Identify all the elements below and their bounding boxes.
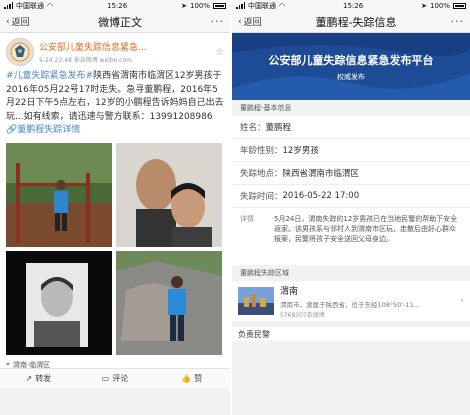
- battery-percent: 100%: [189, 1, 210, 10]
- chevron-right-icon: ›: [460, 296, 464, 306]
- clock: 15:26: [107, 1, 128, 10]
- wifi-icon: ◠: [279, 1, 286, 10]
- back-button[interactable]: ‹ 返回: [6, 15, 30, 29]
- nav-bar: ‹ 返回 微博正文 ···: [0, 11, 230, 33]
- chevron-left-icon: ‹: [238, 16, 242, 27]
- comment-icon: ▭: [101, 374, 110, 383]
- back-button[interactable]: ‹ 返回: [238, 15, 262, 29]
- field-label: 失踪时间：: [240, 192, 283, 202]
- favorite-star-icon[interactable]: ☆: [215, 47, 224, 58]
- details-label: 详情: [240, 215, 254, 223]
- comment-button[interactable]: ▭ 评论: [77, 369, 154, 388]
- repost-icon: ↗: [25, 374, 33, 383]
- clock: 15:26: [343, 1, 364, 10]
- area-description: 渭南市，隶属于陕西省，位于东经108°50'-11...: [280, 300, 421, 309]
- photo-grid: [0, 140, 230, 358]
- detail-link[interactable]: 董鹏程失踪详情: [17, 125, 80, 135]
- chevron-left-icon: ‹: [6, 16, 10, 27]
- area-header: 董鹏程失踪区域: [232, 265, 470, 281]
- missing-info-screen: 中国联通 ◠ 15:26 ➤ 100% ‹ 返回 董鹏程-失踪信息 ··· 公安…: [232, 0, 470, 415]
- signal-icon: [236, 2, 245, 9]
- battery-percent: 100%: [429, 1, 450, 10]
- police-badge-icon: [10, 42, 30, 62]
- wifi-icon: ◠: [47, 1, 54, 10]
- photo-boy-on-bridge[interactable]: [6, 142, 112, 247]
- status-bar: 中国联通 ◠ 15:26 ➤ 100%: [0, 0, 230, 11]
- more-menu-button[interactable]: ···: [451, 15, 465, 28]
- field-value: 12岁男孩: [282, 146, 319, 156]
- like-button[interactable]: 👍 赞: [153, 369, 230, 388]
- banner-subtitle: 权威发布: [337, 72, 365, 81]
- signal-icon: [4, 2, 13, 9]
- field-missing-time: 失踪时间： 2016-05-22 17:00: [232, 185, 470, 208]
- avatar[interactable]: [6, 38, 34, 66]
- weibo-post-screen: 中国联通 ◠ 15:26 ➤ 100% ‹ 返回 微博正文 ··· 公安部儿童失…: [0, 0, 230, 415]
- field-label: 失踪地点：: [240, 169, 283, 179]
- hashtag-link[interactable]: #儿童失踪紧急发布#: [6, 71, 93, 81]
- field-value: 董鹏程: [265, 123, 292, 133]
- field-value: 2016-05-22 17:00: [282, 191, 360, 201]
- area-post-count: 5768307条微博: [280, 311, 325, 319]
- field-age-gender: 年龄性别： 12岁男孩: [232, 139, 470, 162]
- post-card: 公安部儿童失踪信息紧急... 5-24 23:48 来自微博 weibo.com…: [0, 33, 230, 388]
- battery-icon: [453, 2, 466, 9]
- status-bar: 中国联通 ◠ 15:26 ➤ 100%: [232, 0, 470, 11]
- photo-boy-at-rock[interactable]: [116, 250, 222, 355]
- basic-info-header: 董鹏程-基本信息: [232, 100, 470, 116]
- carrier-label: 中国联通: [248, 1, 276, 10]
- post-text: #儿童失踪紧急发布#陕西省渭南市临渭区12岁男孩于2016年05月22号17时走…: [0, 68, 230, 140]
- carrier-label: 中国联通: [16, 1, 44, 10]
- field-missing-place: 失踪地点： 陕西省渭南市临渭区: [232, 162, 470, 185]
- area-name: 渭南: [280, 286, 299, 297]
- repost-button[interactable]: ↗ 转发: [0, 369, 77, 388]
- author-row: 公安部儿童失踪信息紧急... 5-24 23:48 来自微博 weibo.com…: [0, 33, 230, 68]
- like-label: 赞: [194, 374, 203, 383]
- location-arrow-icon: ➤: [421, 1, 427, 10]
- field-name: 姓名： 董鹏程: [232, 116, 470, 139]
- back-label: 返回: [243, 18, 262, 28]
- details-block: 详情 5月24日，渭南失踪的12岁男孩已在当地民警的帮助下安全返家。该男孩系与邻…: [232, 208, 470, 265]
- photo-id-portrait[interactable]: [6, 250, 112, 355]
- battery-icon: [213, 2, 226, 9]
- banner-title: 公安部儿童失踪信息紧急发布平台: [268, 53, 434, 67]
- field-label: 年龄性别：: [240, 146, 283, 156]
- field-label: 姓名：: [240, 123, 266, 133]
- author-name[interactable]: 公安部儿童失踪信息紧急...: [39, 40, 215, 53]
- field-value: 陕西省渭南市临渭区: [282, 169, 360, 179]
- more-menu-button[interactable]: ···: [211, 15, 225, 28]
- back-label: 返回: [11, 18, 30, 28]
- platform-banner: 公安部儿童失踪信息紧急发布平台 权威发布: [232, 33, 470, 100]
- area-thumbnail: [238, 287, 274, 315]
- page-title: 董鹏程-失踪信息: [315, 15, 397, 29]
- thumbs-up-icon: 👍: [181, 374, 192, 383]
- repost-label: 转发: [35, 374, 52, 383]
- screenshot-composite: 中国联通 ◠ 15:26 ➤ 100% ‹ 返回 微博正文 ··· 公安部儿童失…: [0, 0, 470, 415]
- officer-section: 负责民警: [232, 321, 470, 341]
- area-card[interactable]: 渭南 渭南市，隶属于陕西省，位于东经108°50'-11... 5768307条…: [232, 281, 470, 321]
- action-bar: ↗ 转发 ▭ 评论 👍 赞: [0, 368, 230, 388]
- details-text: 5月24日，渭南失踪的12岁男孩已在当地民警的帮助下安全返家。该男孩系与邻村人到…: [274, 215, 458, 243]
- phone-number[interactable]: 13991208986: [150, 112, 213, 122]
- location-arrow-icon: ➤: [181, 1, 187, 10]
- nav-bar: ‹ 返回 董鹏程-失踪信息 ···: [232, 11, 470, 33]
- photo-selfie[interactable]: [116, 142, 222, 247]
- post-meta: 5-24 23:48 来自微博 weibo.com: [39, 57, 132, 64]
- page-title: 微博正文: [98, 15, 143, 29]
- comment-label: 评论: [112, 374, 129, 383]
- link-icon: 🔗: [6, 125, 18, 135]
